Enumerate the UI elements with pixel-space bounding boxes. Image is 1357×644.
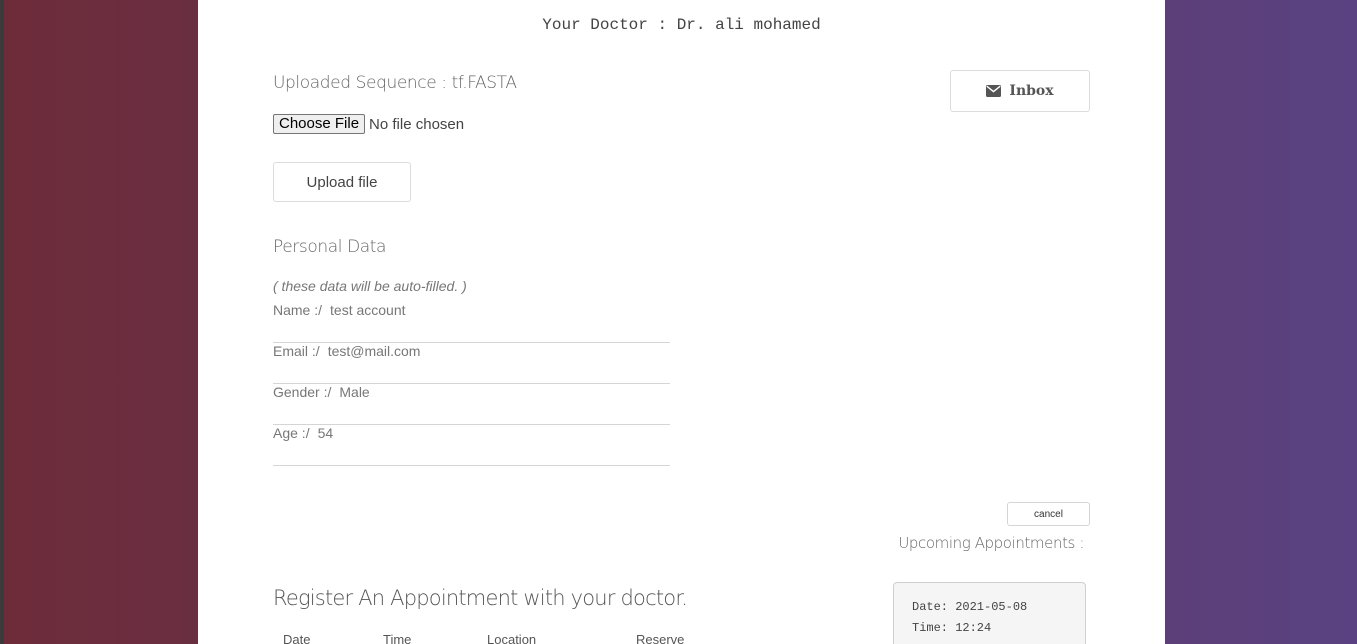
envelope-icon bbox=[986, 85, 1002, 97]
age-value: 54 bbox=[317, 425, 334, 441]
choose-file-button[interactable]: Choose File bbox=[273, 114, 366, 134]
upload-file-button[interactable]: Upload file bbox=[273, 162, 411, 202]
doctor-heading: Your Doctor : Dr. ali mohamed bbox=[542, 16, 821, 34]
column-header-time: Time bbox=[383, 632, 412, 644]
gender-value: Male bbox=[339, 384, 370, 400]
name-label: Name :/ bbox=[273, 302, 323, 318]
age-field: Age :/ 54 bbox=[273, 425, 670, 466]
email-label: Email :/ bbox=[273, 343, 320, 359]
upcoming-appointments-label: Upcoming Appointments : bbox=[898, 534, 1084, 552]
file-status-text: No file chosen bbox=[369, 115, 465, 133]
left-edge-strip bbox=[0, 0, 4, 644]
inbox-button[interactable]: Inbox bbox=[950, 70, 1090, 112]
age-label: Age :/ bbox=[273, 425, 310, 441]
column-header-date: Date bbox=[283, 632, 311, 644]
email-field: Email :/ test@mail.com bbox=[273, 343, 670, 384]
gender-field: Gender :/ Male bbox=[273, 384, 670, 425]
personal-data-title: Personal Data bbox=[273, 237, 387, 257]
appointment-table-header: Date Time Location Reserve bbox=[273, 632, 693, 644]
main-panel: Your Doctor : Dr. ali mohamed Uploaded S… bbox=[198, 0, 1165, 644]
name-field: Name :/ test account bbox=[273, 302, 670, 343]
register-appointment-title: Register An Appointment with your doctor… bbox=[273, 586, 688, 610]
autofill-note: ( these data will be auto-filled. ) bbox=[273, 278, 467, 294]
upcoming-appointment-card: Date: 2021-05-08 Time: 12:24 bbox=[893, 582, 1086, 644]
appointment-date: Date: 2021-05-08 bbox=[912, 600, 1028, 614]
appointment-time: Time: 12:24 bbox=[912, 621, 992, 635]
email-value: test@mail.com bbox=[327, 343, 421, 359]
uploaded-sequence-title: Uploaded Sequence : tf.FASTA bbox=[273, 73, 517, 93]
column-header-location: Location bbox=[487, 632, 537, 644]
gender-label: Gender :/ bbox=[273, 384, 332, 400]
cancel-button[interactable]: cancel bbox=[1007, 502, 1090, 526]
file-input-row: Choose File No file chosen bbox=[273, 114, 464, 134]
name-value: test account bbox=[330, 302, 406, 318]
inbox-label: Inbox bbox=[1009, 83, 1054, 99]
column-header-reserve: Reserve bbox=[636, 632, 685, 644]
